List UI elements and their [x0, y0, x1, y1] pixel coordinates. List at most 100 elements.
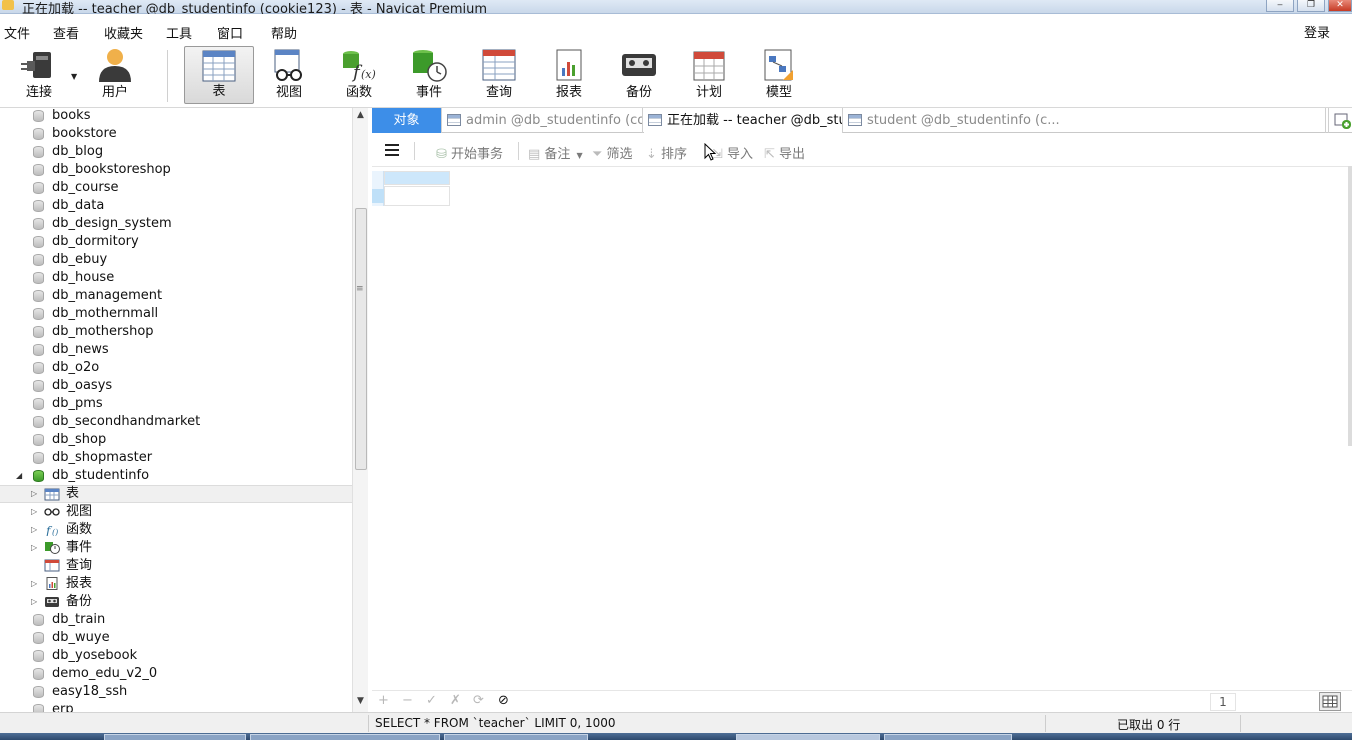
- tree-item-database[interactable]: db_yosebook: [0, 647, 352, 665]
- tree-item-query[interactable]: 查询: [0, 557, 352, 575]
- toolbar-report-button[interactable]: 报表: [536, 46, 602, 104]
- apply-changes-button[interactable]: ✓: [426, 693, 437, 708]
- grid-scrollbar[interactable]: [1348, 166, 1352, 446]
- sort-button[interactable]: ⇣ 排序: [646, 143, 687, 162]
- toolbar-table-button[interactable]: 表: [184, 46, 254, 104]
- tree-item-database[interactable]: easy18_ssh: [0, 683, 352, 701]
- taskbar-item[interactable]: [736, 734, 880, 740]
- tree-item-database[interactable]: db_house: [0, 269, 352, 287]
- tree-item-database[interactable]: db_design_system: [0, 215, 352, 233]
- taskbar-item[interactable]: [104, 734, 246, 740]
- tree-item-database[interactable]: db_wuye: [0, 629, 352, 647]
- tree-item-view-glasses[interactable]: ▷ 视图: [0, 503, 352, 521]
- tab-teacher[interactable]: 正在加载 -- teacher @db_stu...: [644, 108, 843, 133]
- data-grid[interactable]: [372, 166, 1348, 690]
- export-button[interactable]: ⇱ 导出: [764, 143, 805, 162]
- expand-arrow-icon[interactable]: ▷: [31, 503, 37, 521]
- import-button[interactable]: ⇲ 导入: [712, 143, 753, 162]
- menu-view[interactable]: 查看: [53, 23, 79, 42]
- collapse-arrow-icon[interactable]: ◢: [16, 467, 22, 485]
- begin-transaction-button[interactable]: ⛁ 开始事务: [436, 143, 503, 162]
- expand-arrow-icon[interactable]: ▷: [31, 486, 37, 502]
- menu-favorites[interactable]: 收藏夹: [104, 23, 143, 42]
- toolbar-query-button[interactable]: 查询: [466, 46, 532, 104]
- os-taskbar: [0, 733, 1352, 740]
- tab-objects[interactable]: 对象: [372, 108, 442, 133]
- toolbar-backup-button[interactable]: 备份: [606, 46, 672, 104]
- page-number[interactable]: 1: [1210, 693, 1236, 711]
- new-tab-button[interactable]: [1328, 108, 1352, 133]
- tab-student[interactable]: student @db_studentinfo (c...: [844, 108, 1326, 133]
- tree-item-database[interactable]: db_pms: [0, 395, 352, 413]
- database-label: db_secondhandmarket: [52, 414, 201, 429]
- login-link[interactable]: 登录: [1304, 22, 1330, 41]
- menu-help[interactable]: 帮助: [271, 23, 297, 42]
- tree-item-database[interactable]: db_oasys: [0, 377, 352, 395]
- grid-view-button[interactable]: [1319, 692, 1341, 711]
- tree-item-function[interactable]: ▷ f() 函数: [0, 521, 352, 539]
- tree-item-database[interactable]: db_data: [0, 197, 352, 215]
- tree-item-database[interactable]: db_ebuy: [0, 251, 352, 269]
- tree-item-database[interactable]: db_bookstoreshop: [0, 161, 352, 179]
- tree-item-database-open[interactable]: ◢ db_studentinfo: [0, 467, 352, 485]
- toolbar-user-button[interactable]: 用户: [82, 46, 148, 104]
- toolbar-connect-button[interactable]: 连接: [6, 46, 72, 104]
- filter-button[interactable]: ⏷ 筛选: [592, 143, 633, 162]
- tree-item-database[interactable]: db_secondhandmarket: [0, 413, 352, 431]
- tree-item-database[interactable]: db_shop: [0, 431, 352, 449]
- menu-file[interactable]: 文件: [4, 23, 30, 42]
- tree-item-database[interactable]: db_mothernmall: [0, 305, 352, 323]
- tree-item-database[interactable]: db_mothershop: [0, 323, 352, 341]
- scrollbar-thumb[interactable]: [355, 208, 367, 470]
- menu-window[interactable]: 窗口: [217, 23, 243, 42]
- toolbar-schedule-button[interactable]: 计划: [676, 46, 742, 104]
- delete-record-button[interactable]: −: [402, 693, 413, 708]
- expand-arrow-icon[interactable]: ▷: [31, 575, 37, 593]
- discard-changes-button[interactable]: ✗: [450, 693, 461, 708]
- tree-item-database[interactable]: db_o2o: [0, 359, 352, 377]
- expand-arrow-icon[interactable]: ▷: [31, 521, 37, 539]
- stop-button[interactable]: ⊘: [498, 693, 509, 708]
- toolbar-function-button[interactable]: f (x) 函数: [326, 46, 392, 104]
- row-selector[interactable]: [372, 171, 384, 206]
- sidebar-scrollbar[interactable]: ▲ ≡ ▼: [352, 108, 368, 712]
- add-record-button[interactable]: +: [378, 693, 389, 708]
- grid-cell[interactable]: [384, 186, 450, 206]
- tree-item-database[interactable]: bookstore: [0, 125, 352, 143]
- tree-item-database[interactable]: erp: [0, 701, 352, 712]
- toolbar-event-button[interactable]: 事件: [396, 46, 462, 104]
- maximize-button[interactable]: ❐: [1297, 0, 1325, 12]
- close-button[interactable]: ✕: [1328, 0, 1352, 12]
- taskbar-item[interactable]: [444, 734, 588, 740]
- taskbar-item[interactable]: [250, 734, 440, 740]
- toolbar-view-button[interactable]: 视图: [256, 46, 322, 104]
- tab-admin[interactable]: admin @db_studentinfo (co...: [443, 108, 643, 133]
- refresh-button[interactable]: ⟳: [473, 693, 484, 708]
- grid-cell-selected[interactable]: [384, 171, 450, 185]
- minimize-button[interactable]: ‒: [1266, 0, 1294, 12]
- tree-item-database[interactable]: db_dormitory: [0, 233, 352, 251]
- tree-item-database[interactable]: db_shopmaster: [0, 449, 352, 467]
- tree-item-database[interactable]: db_management: [0, 287, 352, 305]
- tree-item-database[interactable]: db_blog: [0, 143, 352, 161]
- scroll-up-arrow[interactable]: ▲: [357, 110, 364, 120]
- tree-item-backup[interactable]: ▷ 备份: [0, 593, 352, 611]
- menu-tools[interactable]: 工具: [166, 23, 192, 42]
- svg-text:(): (): [52, 528, 58, 536]
- expand-arrow-icon[interactable]: ▷: [31, 593, 37, 611]
- tree-item-database[interactable]: db_train: [0, 611, 352, 629]
- tree-item-event[interactable]: ▷ 事件: [0, 539, 352, 557]
- tree-item-report[interactable]: ▷ 报表: [0, 575, 352, 593]
- memo-button[interactable]: ▤ 备注 ▼: [528, 143, 583, 162]
- tree-item-database[interactable]: db_news: [0, 341, 352, 359]
- toolbar-model-button[interactable]: 模型: [746, 46, 812, 104]
- tree-item-database[interactable]: db_course: [0, 179, 352, 197]
- tree-item-database[interactable]: books: [0, 108, 352, 125]
- scroll-down-arrow[interactable]: ▼: [357, 696, 364, 706]
- expand-arrow-icon[interactable]: ▷: [31, 539, 37, 557]
- hamburger-menu-icon[interactable]: [385, 144, 399, 156]
- connect-dropdown-caret[interactable]: ▼: [71, 72, 77, 81]
- tree-item-database[interactable]: demo_edu_v2_0: [0, 665, 352, 683]
- tree-item-table[interactable]: ▷ 表: [0, 485, 352, 503]
- taskbar-item[interactable]: [884, 734, 1012, 740]
